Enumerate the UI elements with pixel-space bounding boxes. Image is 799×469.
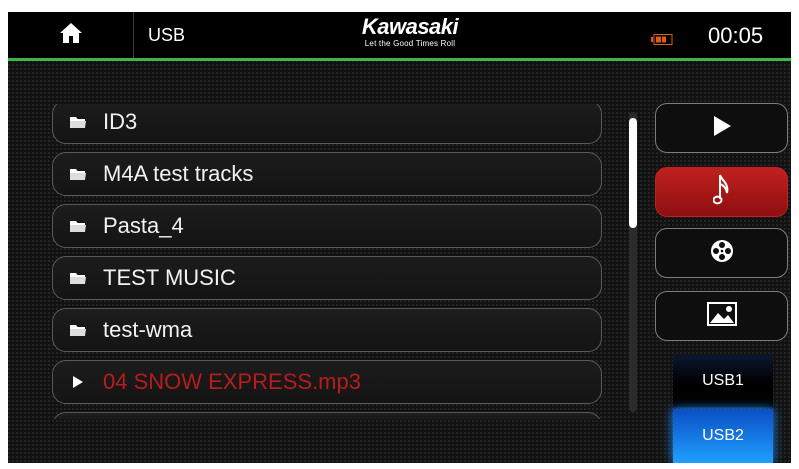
folder-icon bbox=[69, 220, 87, 233]
music-note-icon bbox=[712, 173, 731, 212]
brand-logo: Kawasaki Let the Good Times Roll bbox=[350, 15, 470, 49]
film-reel-icon bbox=[710, 239, 734, 268]
list-scrollbar[interactable] bbox=[629, 112, 637, 412]
list-item-label: TEST MUSIC bbox=[103, 265, 236, 290]
play-icon bbox=[69, 376, 87, 388]
list-item-label: 04 SNOW EXPRESS.mp3 bbox=[103, 369, 361, 394]
home-icon bbox=[59, 22, 83, 49]
video-mode-button[interactable] bbox=[655, 228, 788, 278]
list-item-label: test-wma bbox=[103, 317, 193, 342]
list-item-folder-test-wma[interactable]: test-wma bbox=[52, 308, 602, 352]
list-item-label: ID3 bbox=[103, 109, 138, 134]
list-item-partial[interactable] bbox=[52, 412, 602, 419]
folder-icon bbox=[69, 116, 87, 129]
list-item-folder-test-music[interactable]: TEST MUSIC bbox=[52, 256, 602, 300]
list-item-track-playing[interactable]: 04 SNOW EXPRESS.mp3 bbox=[52, 360, 602, 404]
source-usb1-tab[interactable]: USB1 bbox=[673, 355, 773, 407]
list-item-folder-m4a[interactable]: M4A test tracks bbox=[52, 152, 602, 196]
source-label: USB bbox=[148, 25, 186, 45]
source-usb2-tab[interactable]: USB2 bbox=[673, 409, 773, 463]
image-icon bbox=[706, 301, 737, 331]
file-list: ID3 M4A test tracks Pasta_4 TEST MUSIC t… bbox=[52, 104, 604, 419]
brand-tagline: Let the Good Times Roll bbox=[364, 39, 456, 48]
folder-icon bbox=[69, 324, 87, 337]
brand-name: Kawasaki bbox=[361, 14, 459, 39]
photo-mode-button[interactable] bbox=[655, 291, 788, 341]
battery-icon bbox=[651, 32, 673, 50]
scrollbar-thumb[interactable] bbox=[629, 118, 637, 228]
list-item-label: M4A test tracks bbox=[103, 161, 254, 186]
play-icon bbox=[712, 115, 732, 142]
top-bar: USB Kawasaki Let the Good Times Roll 00:… bbox=[8, 12, 791, 61]
clock: 00:05 bbox=[708, 23, 764, 48]
list-item-folder-pasta[interactable]: Pasta_4 bbox=[52, 204, 602, 248]
home-button[interactable] bbox=[8, 12, 134, 58]
list-item-label: Pasta_4 bbox=[103, 213, 184, 238]
music-mode-button[interactable] bbox=[655, 167, 788, 217]
list-item-folder-id3[interactable]: ID3 bbox=[52, 104, 602, 144]
play-mode-button[interactable] bbox=[655, 103, 788, 153]
folder-icon bbox=[69, 168, 87, 181]
folder-icon bbox=[69, 272, 87, 285]
head-unit-screen: USB Kawasaki Let the Good Times Roll 00:… bbox=[8, 12, 791, 463]
